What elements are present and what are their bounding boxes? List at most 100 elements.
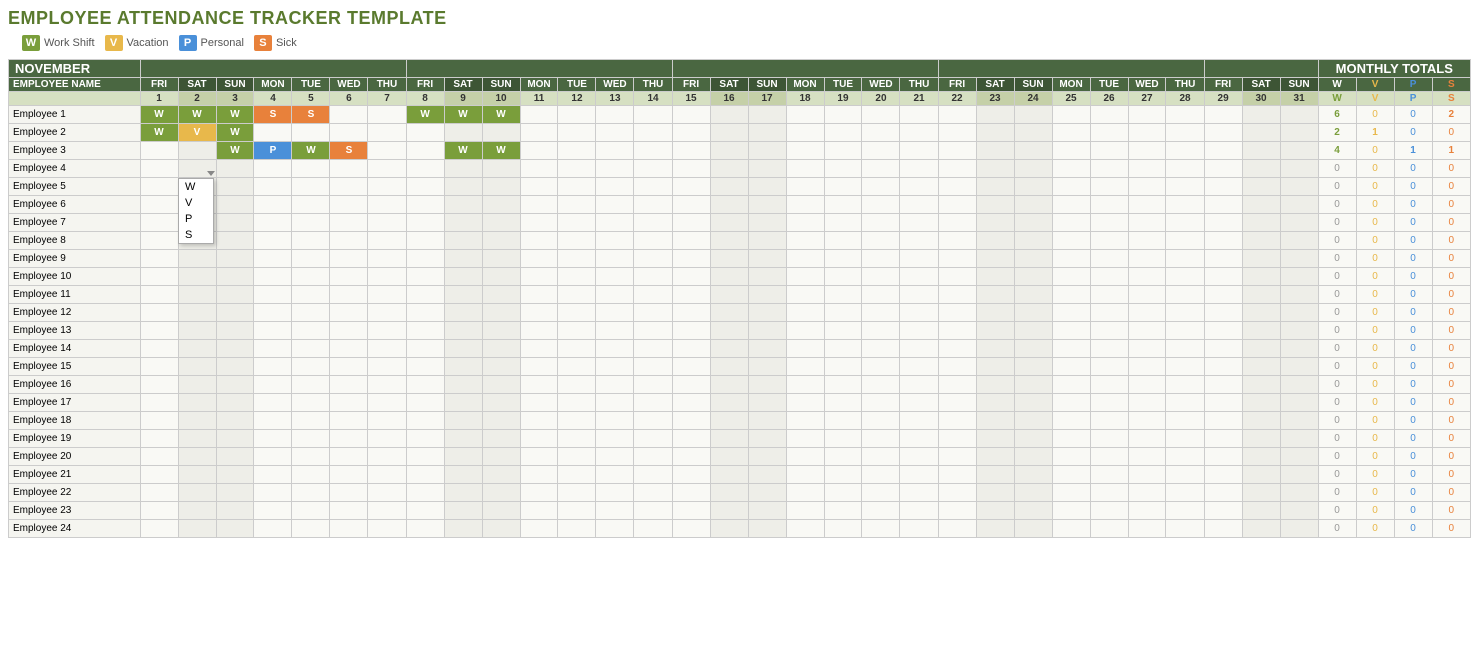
attendance-cell-day-21[interactable]	[900, 394, 938, 412]
attendance-cell-day-17[interactable]	[748, 142, 786, 160]
attendance-cell-day-7[interactable]	[368, 196, 406, 214]
attendance-cell-day-27[interactable]	[1128, 484, 1166, 502]
attendance-cell-day-1[interactable]	[140, 340, 178, 358]
attendance-cell-day-21[interactable]	[900, 268, 938, 286]
attendance-cell-day-13[interactable]	[596, 376, 634, 394]
attendance-cell-day-24[interactable]	[1014, 268, 1052, 286]
attendance-cell-day-30[interactable]	[1242, 394, 1280, 412]
attendance-cell-day-4[interactable]	[254, 286, 292, 304]
attendance-cell-day-19[interactable]	[824, 502, 862, 520]
dropdown-option-p[interactable]: P	[179, 211, 213, 227]
attendance-cell-day-7[interactable]	[368, 322, 406, 340]
attendance-cell-day-11[interactable]	[520, 502, 558, 520]
attendance-cell-day-20[interactable]	[862, 196, 900, 214]
attendance-cell-day-8[interactable]	[406, 376, 444, 394]
attendance-cell-day-13[interactable]	[596, 412, 634, 430]
attendance-cell-day-13[interactable]	[596, 430, 634, 448]
attendance-cell-day-2[interactable]	[178, 430, 216, 448]
attendance-cell-day-27[interactable]	[1128, 268, 1166, 286]
attendance-cell-day-23[interactable]	[976, 250, 1014, 268]
attendance-cell-day-6[interactable]	[330, 394, 368, 412]
attendance-cell-day-3[interactable]	[216, 196, 254, 214]
attendance-cell-day-13[interactable]	[596, 340, 634, 358]
attendance-cell-day-30[interactable]	[1242, 520, 1280, 538]
attendance-cell-day-6[interactable]	[330, 232, 368, 250]
attendance-cell-day-21[interactable]	[900, 142, 938, 160]
attendance-cell-day-21[interactable]	[900, 232, 938, 250]
attendance-cell-day-8[interactable]	[406, 394, 444, 412]
attendance-cell-day-27[interactable]	[1128, 178, 1166, 196]
attendance-cell-day-13[interactable]	[596, 322, 634, 340]
attendance-cell-day-7[interactable]	[368, 142, 406, 160]
attendance-cell-day-12[interactable]	[558, 214, 596, 232]
attendance-cell-day-7[interactable]	[368, 160, 406, 178]
attendance-cell-day-27[interactable]	[1128, 376, 1166, 394]
attendance-cell-day-23[interactable]	[976, 394, 1014, 412]
attendance-cell-day-22[interactable]	[938, 430, 976, 448]
attendance-cell-day-19[interactable]	[824, 484, 862, 502]
attendance-cell-day-4[interactable]	[254, 466, 292, 484]
attendance-cell-day-2[interactable]	[178, 358, 216, 376]
attendance-cell-day-15[interactable]	[672, 340, 710, 358]
attendance-cell-day-2[interactable]	[178, 340, 216, 358]
attendance-cell-day-18[interactable]	[786, 520, 824, 538]
attendance-cell-day-15[interactable]	[672, 286, 710, 304]
attendance-cell-day-4[interactable]	[254, 304, 292, 322]
attendance-cell-day-3[interactable]: W	[216, 124, 254, 142]
attendance-cell-day-2[interactable]	[178, 466, 216, 484]
attendance-cell-day-19[interactable]	[824, 304, 862, 322]
attendance-cell-day-24[interactable]	[1014, 106, 1052, 124]
attendance-cell-day-26[interactable]	[1090, 322, 1128, 340]
attendance-cell-day-23[interactable]	[976, 502, 1014, 520]
attendance-cell-day-16[interactable]	[710, 340, 748, 358]
attendance-cell-day-24[interactable]	[1014, 286, 1052, 304]
attendance-cell-day-16[interactable]	[710, 214, 748, 232]
attendance-cell-day-21[interactable]	[900, 340, 938, 358]
attendance-cell-day-24[interactable]	[1014, 502, 1052, 520]
attendance-cell-day-11[interactable]	[520, 376, 558, 394]
attendance-cell-day-8[interactable]	[406, 178, 444, 196]
attendance-cell-day-21[interactable]	[900, 448, 938, 466]
attendance-cell-day-12[interactable]	[558, 196, 596, 214]
attendance-cell-day-15[interactable]	[672, 106, 710, 124]
attendance-cell-day-4[interactable]	[254, 484, 292, 502]
attendance-cell-day-7[interactable]	[368, 376, 406, 394]
attendance-cell-day-17[interactable]	[748, 358, 786, 376]
attendance-cell-day-30[interactable]	[1242, 484, 1280, 502]
attendance-cell-day-8[interactable]	[406, 340, 444, 358]
attendance-cell-day-10[interactable]	[482, 466, 520, 484]
attendance-cell-day-16[interactable]	[710, 358, 748, 376]
attendance-cell-day-9[interactable]	[444, 394, 482, 412]
attendance-cell-day-6[interactable]	[330, 430, 368, 448]
attendance-cell-day-16[interactable]	[710, 520, 748, 538]
attendance-cell-day-11[interactable]	[520, 178, 558, 196]
attendance-cell-day-5[interactable]: W	[292, 142, 330, 160]
attendance-cell-day-18[interactable]	[786, 106, 824, 124]
attendance-cell-day-17[interactable]	[748, 124, 786, 142]
attendance-cell-day-6[interactable]	[330, 412, 368, 430]
attendance-cell-day-14[interactable]	[634, 520, 672, 538]
attendance-cell-day-2[interactable]	[178, 376, 216, 394]
attendance-cell-day-14[interactable]	[634, 250, 672, 268]
attendance-cell-day-1[interactable]	[140, 250, 178, 268]
attendance-cell-day-16[interactable]	[710, 448, 748, 466]
attendance-cell-day-1[interactable]	[140, 196, 178, 214]
attendance-cell-day-23[interactable]	[976, 376, 1014, 394]
attendance-cell-day-3[interactable]	[216, 250, 254, 268]
attendance-cell-day-29[interactable]	[1204, 232, 1242, 250]
attendance-cell-day-20[interactable]	[862, 268, 900, 286]
attendance-cell-day-12[interactable]	[558, 340, 596, 358]
attendance-cell-day-3[interactable]	[216, 466, 254, 484]
attendance-cell-day-8[interactable]: W	[406, 106, 444, 124]
attendance-cell-day-18[interactable]	[786, 448, 824, 466]
attendance-cell-day-19[interactable]	[824, 358, 862, 376]
attendance-cell-day-4[interactable]	[254, 124, 292, 142]
attendance-cell-day-15[interactable]	[672, 232, 710, 250]
attendance-cell-day-15[interactable]	[672, 142, 710, 160]
attendance-cell-day-15[interactable]	[672, 520, 710, 538]
attendance-cell-day-3[interactable]: W	[216, 142, 254, 160]
attendance-cell-day-18[interactable]	[786, 142, 824, 160]
attendance-cell-day-19[interactable]	[824, 340, 862, 358]
attendance-cell-day-27[interactable]	[1128, 214, 1166, 232]
attendance-cell-day-25[interactable]	[1052, 124, 1090, 142]
